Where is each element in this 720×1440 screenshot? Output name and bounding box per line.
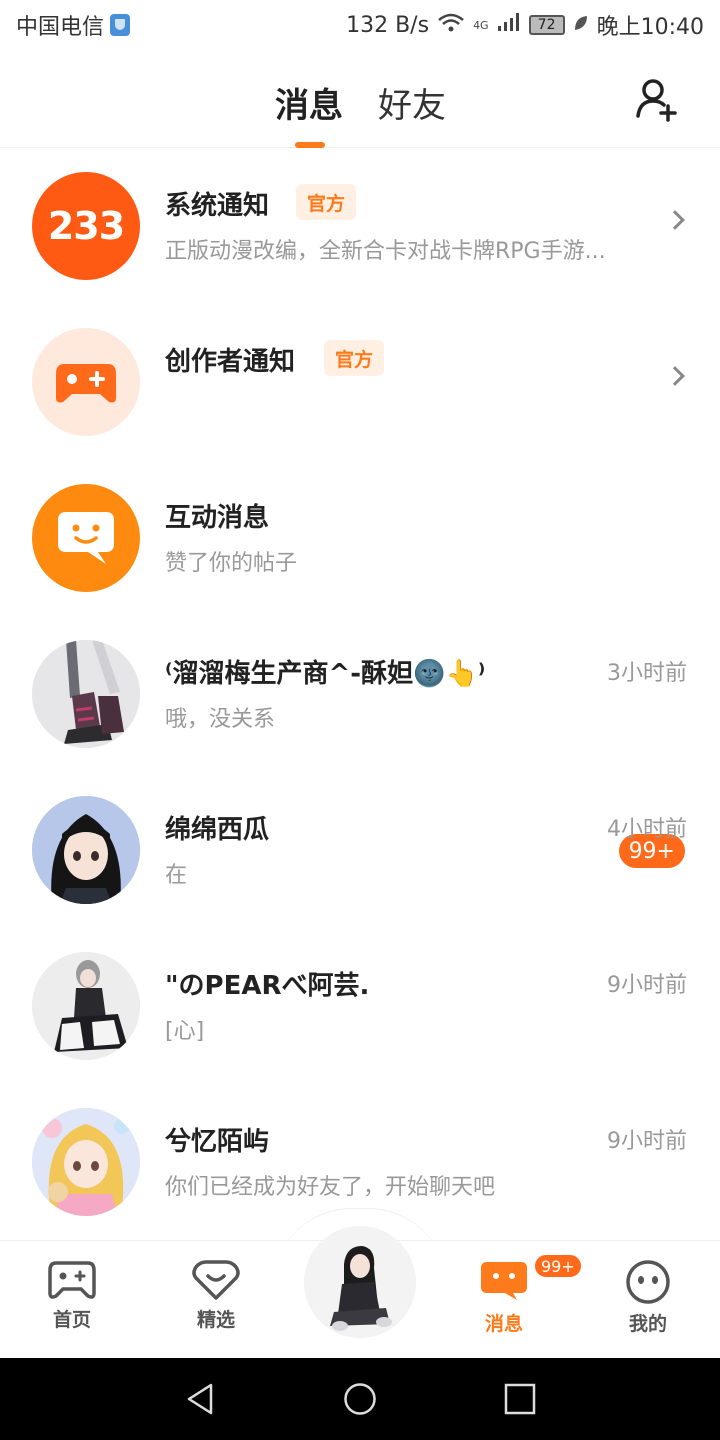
list-item-time: 3小时前 bbox=[607, 661, 687, 686]
battery-icon: 72 bbox=[528, 15, 565, 35]
list-item-message: 你们已经成为好友了，开始聊天吧 bbox=[165, 1175, 496, 1200]
list-item-chat[interactable]: 绵绵西瓜 4小时前 在 bbox=[0, 773, 720, 929]
security-shield-icon bbox=[110, 14, 131, 36]
nav-messages-badge: 99+ bbox=[533, 1253, 583, 1279]
list-item-chat[interactable]: "のPEARべ阿芸. 9小时前 [心] bbox=[0, 929, 720, 1085]
official-badge: 官方 bbox=[324, 340, 385, 376]
nav-featured-label: 精选 bbox=[196, 1309, 235, 1331]
wifi-icon bbox=[437, 13, 465, 38]
heart-badge-icon bbox=[192, 1260, 240, 1300]
header: 消息 好友 bbox=[0, 50, 720, 148]
list-item-system-notice[interactable]: 233 系统通知 官方 正版动漫改编，全新合卡对战卡牌RPG手游... bbox=[0, 149, 720, 305]
nav-home-label: 首页 bbox=[52, 1309, 91, 1331]
nav-mine-label: 我的 bbox=[628, 1313, 667, 1335]
add-friend-icon[interactable] bbox=[634, 76, 680, 122]
system-notice-avatar: 233 bbox=[32, 172, 140, 280]
message-list: 233 系统通知 官方 正版动漫改编，全新合卡对战卡牌RPG手游... 创作者通… bbox=[0, 149, 720, 1241]
user-avatar bbox=[32, 796, 140, 904]
network-type: 4G bbox=[473, 18, 489, 32]
avatar bbox=[304, 1226, 416, 1338]
creator-notice-avatar bbox=[32, 328, 140, 436]
recents-icon[interactable] bbox=[503, 1382, 537, 1416]
user-avatar bbox=[32, 952, 140, 1060]
list-item-interaction[interactable]: 互动消息 赞了你的帖子 99+ bbox=[0, 461, 720, 868]
list-item-name: "のPEARべ阿芸. bbox=[165, 971, 370, 1001]
chevron-right-icon bbox=[665, 210, 685, 230]
home-icon[interactable] bbox=[343, 1382, 377, 1416]
tab-indicator bbox=[295, 142, 325, 148]
list-item-name: 互动消息 bbox=[165, 503, 270, 533]
list-item-name: 创作者通知 bbox=[165, 347, 296, 377]
list-item-chat[interactable]: ⁽溜溜梅生产商^-酥妲🌚👆⁾ 3小时前 哦，没关系 bbox=[0, 617, 720, 773]
list-item-message: 正版动漫改编，全新合卡对战卡牌RPG手游... bbox=[165, 239, 606, 264]
official-badge: 官方 bbox=[296, 184, 357, 220]
status-bar: 中国电信 132 B/s 4G 72 晚上10:40 bbox=[0, 0, 720, 50]
list-item-name: 系统通知 bbox=[165, 191, 270, 221]
list-item-message: 赞了你的帖子 bbox=[165, 551, 298, 576]
carrier-label: 中国电信 bbox=[16, 15, 105, 40]
list-item-time: 9小时前 bbox=[607, 1129, 687, 1154]
interaction-avatar bbox=[32, 484, 140, 592]
list-item-message: 哦，没关系 bbox=[165, 707, 276, 732]
tab-messages[interactable]: 消息 bbox=[275, 78, 343, 127]
tab-friends[interactable]: 好友 bbox=[378, 78, 446, 127]
list-item-name: 绵绵西瓜 bbox=[165, 815, 270, 845]
chat-smile-icon bbox=[58, 512, 114, 564]
nav-messages-label: 消息 bbox=[484, 1313, 523, 1335]
nav-featured[interactable]: 精选 bbox=[171, 1259, 261, 1332]
back-icon[interactable] bbox=[183, 1382, 217, 1416]
gamepad-icon bbox=[56, 364, 116, 403]
smiley-face-icon bbox=[626, 1260, 670, 1304]
list-item-name: 兮忆陌屿 bbox=[165, 1127, 270, 1157]
chat-bubble-icon bbox=[481, 1262, 527, 1300]
list-item-time: 4小时前 bbox=[607, 817, 687, 842]
nav-home[interactable]: 首页 bbox=[27, 1259, 117, 1332]
center-avatar-button[interactable] bbox=[304, 1226, 416, 1338]
list-item-creator-notice[interactable]: 创作者通知 官方 bbox=[0, 305, 720, 461]
nav-messages[interactable]: 99+ 消息 bbox=[459, 1253, 583, 1336]
list-item-time: 9小时前 bbox=[607, 973, 687, 998]
user-avatar bbox=[32, 1108, 140, 1216]
nav-mine[interactable]: 我的 bbox=[603, 1259, 693, 1336]
system-nav-bar bbox=[0, 1358, 720, 1440]
user-avatar bbox=[32, 640, 140, 748]
list-item-name: ⁽溜溜梅生产商^-酥妲🌚👆⁾ bbox=[165, 659, 486, 689]
clock: 晚上10:40 bbox=[596, 15, 704, 40]
list-item-message: 在 bbox=[165, 863, 188, 888]
list-item-message: [心] bbox=[165, 1019, 205, 1044]
nav-messages-icon-wrap: 99+ bbox=[479, 1253, 583, 1305]
signal-icon bbox=[497, 12, 521, 38]
chevron-right-icon bbox=[665, 366, 685, 386]
network-speed: 132 B/s bbox=[346, 12, 430, 38]
leaf-icon bbox=[573, 13, 589, 38]
gamepad-icon bbox=[48, 1261, 96, 1299]
